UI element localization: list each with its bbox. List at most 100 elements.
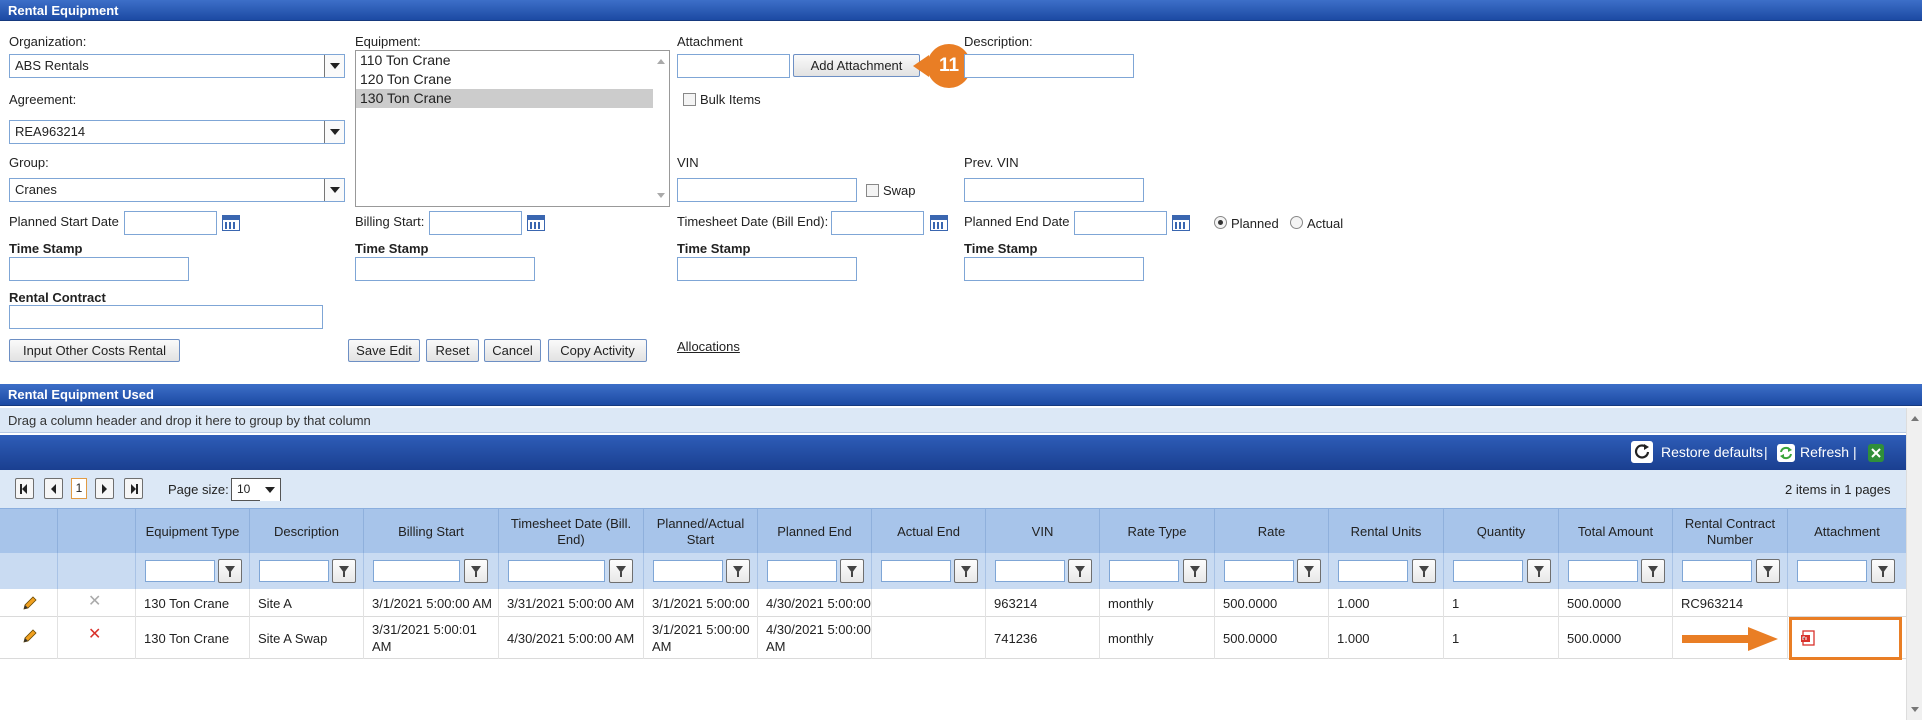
- chevron-down-icon[interactable]: [260, 479, 280, 501]
- agreement-dropdown[interactable]: REA963214: [9, 120, 345, 144]
- pencil-icon[interactable]: [22, 595, 38, 611]
- filter-input[interactable]: [1338, 560, 1408, 582]
- timesheet-date-field[interactable]: [831, 211, 924, 235]
- last-page-button[interactable]: [124, 478, 143, 499]
- column-header[interactable]: Planned End: [758, 509, 872, 554]
- filter-input[interactable]: [1568, 560, 1638, 582]
- column-header[interactable]: Equipment Type: [136, 509, 250, 554]
- filter-icon[interactable]: [464, 559, 488, 583]
- column-header[interactable]: Planned/Actual Start: [644, 509, 758, 554]
- actual-radio[interactable]: [1290, 216, 1303, 229]
- column-header[interactable]: Attachment: [1788, 509, 1906, 554]
- filter-icon[interactable]: [1641, 559, 1665, 583]
- time-stamp-field[interactable]: [964, 257, 1144, 281]
- calendar-icon[interactable]: [1172, 215, 1190, 231]
- filter-icon[interactable]: [1527, 559, 1551, 583]
- column-header[interactable]: Timesheet Date (Bill. End): [499, 509, 644, 554]
- filter-icon[interactable]: [1756, 559, 1780, 583]
- scroll-down-icon[interactable]: [1911, 707, 1919, 712]
- add-attachment-button[interactable]: Add Attachment: [793, 54, 920, 77]
- organization-dropdown[interactable]: ABS Rentals: [9, 54, 345, 78]
- filter-input[interactable]: [1797, 560, 1867, 582]
- attachment-field[interactable]: [677, 54, 790, 78]
- column-header[interactable]: Quantity: [1444, 509, 1559, 554]
- excel-export-icon[interactable]: [1868, 444, 1884, 462]
- scroll-up-icon[interactable]: [657, 59, 665, 64]
- scroll-up-icon[interactable]: [1911, 416, 1919, 421]
- rental-contract-field[interactable]: [9, 305, 323, 329]
- column-header[interactable]: Rate: [1215, 509, 1329, 554]
- filter-icon[interactable]: [332, 559, 356, 583]
- scroll-down-icon[interactable]: [657, 193, 665, 198]
- filter-input[interactable]: [1224, 560, 1294, 582]
- restore-defaults-button[interactable]: Restore defaults: [1661, 435, 1763, 470]
- filter-icon[interactable]: [1871, 559, 1895, 583]
- filter-input[interactable]: [995, 560, 1065, 582]
- column-header[interactable]: Actual End: [872, 509, 986, 554]
- column-header[interactable]: VIN: [986, 509, 1100, 554]
- reset-button[interactable]: Reset: [426, 339, 479, 362]
- group-dropdown[interactable]: Cranes: [9, 178, 345, 202]
- equipment-scrollbar[interactable]: [653, 51, 669, 206]
- filter-icon[interactable]: [840, 559, 864, 583]
- filter-input[interactable]: [373, 560, 460, 582]
- column-header[interactable]: Description: [250, 509, 364, 554]
- copy-activity-button[interactable]: Copy Activity: [548, 339, 647, 362]
- grid-scrollbar[interactable]: [1906, 408, 1922, 720]
- delete-icon[interactable]: ✕: [88, 594, 101, 610]
- column-header[interactable]: Rental Units: [1329, 509, 1444, 554]
- calendar-icon[interactable]: [222, 215, 240, 231]
- time-stamp-field[interactable]: [677, 257, 857, 281]
- table-row[interactable]: ✕ 130 Ton Crane Site A Swap 3/31/2021 5:…: [0, 617, 1906, 659]
- equipment-option-selected[interactable]: 130 Ton Crane: [356, 89, 653, 108]
- page-size-dropdown[interactable]: 10: [231, 478, 281, 501]
- first-page-button[interactable]: [15, 478, 34, 499]
- filter-icon[interactable]: [609, 559, 633, 583]
- filter-input[interactable]: [653, 560, 723, 582]
- filter-input[interactable]: [145, 560, 215, 582]
- chevron-down-icon[interactable]: [324, 121, 344, 143]
- equipment-listbox[interactable]: 110 Ton Crane 120 Ton Crane 130 Ton Cran…: [355, 50, 670, 207]
- filter-input[interactable]: [259, 560, 329, 582]
- prev-vin-field[interactable]: [964, 178, 1144, 202]
- restore-icon[interactable]: [1631, 441, 1653, 463]
- bulk-items-checkbox[interactable]: [683, 93, 696, 106]
- filter-input[interactable]: [508, 560, 605, 582]
- vin-field[interactable]: [677, 178, 857, 202]
- group-by-area[interactable]: Drag a column header and drop it here to…: [0, 408, 1906, 433]
- column-header[interactable]: Billing Start: [364, 509, 499, 554]
- delete-icon[interactable]: ✕: [88, 627, 101, 643]
- refresh-button[interactable]: Refresh: [1800, 435, 1849, 470]
- equipment-option[interactable]: 120 Ton Crane: [356, 70, 669, 89]
- table-row[interactable]: ✕ 130 Ton Crane Site A 3/1/2021 5:00:00 …: [0, 589, 1906, 617]
- prev-page-button[interactable]: [44, 478, 63, 499]
- chevron-down-icon[interactable]: [324, 179, 344, 201]
- chevron-down-icon[interactable]: [324, 55, 344, 77]
- cancel-button[interactable]: Cancel: [484, 339, 541, 362]
- filter-icon[interactable]: [1412, 559, 1436, 583]
- filter-icon[interactable]: [1297, 559, 1321, 583]
- planned-radio[interactable]: [1214, 216, 1227, 229]
- column-header[interactable]: Rate Type: [1100, 509, 1215, 554]
- filter-input[interactable]: [767, 560, 837, 582]
- filter-input[interactable]: [1453, 560, 1523, 582]
- pencil-icon[interactable]: [22, 628, 38, 644]
- filter-icon[interactable]: [1183, 559, 1207, 583]
- calendar-icon[interactable]: [527, 215, 545, 231]
- filter-input[interactable]: [1109, 560, 1179, 582]
- refresh-icon[interactable]: [1777, 444, 1795, 462]
- planned-end-field[interactable]: [1074, 211, 1167, 235]
- time-stamp-field[interactable]: [9, 257, 189, 281]
- filter-icon[interactable]: [954, 559, 978, 583]
- time-stamp-field[interactable]: [355, 257, 535, 281]
- allocations-link[interactable]: Allocations: [677, 339, 740, 354]
- calendar-icon[interactable]: [930, 215, 948, 231]
- filter-icon[interactable]: [218, 559, 242, 583]
- description-field[interactable]: [964, 54, 1134, 78]
- equipment-option[interactable]: 110 Ton Crane: [356, 51, 669, 70]
- filter-input[interactable]: [881, 560, 951, 582]
- save-edit-button[interactable]: Save Edit: [348, 339, 420, 362]
- filter-input[interactable]: [1682, 560, 1752, 582]
- current-page[interactable]: 1: [71, 478, 87, 499]
- next-page-button[interactable]: [95, 478, 114, 499]
